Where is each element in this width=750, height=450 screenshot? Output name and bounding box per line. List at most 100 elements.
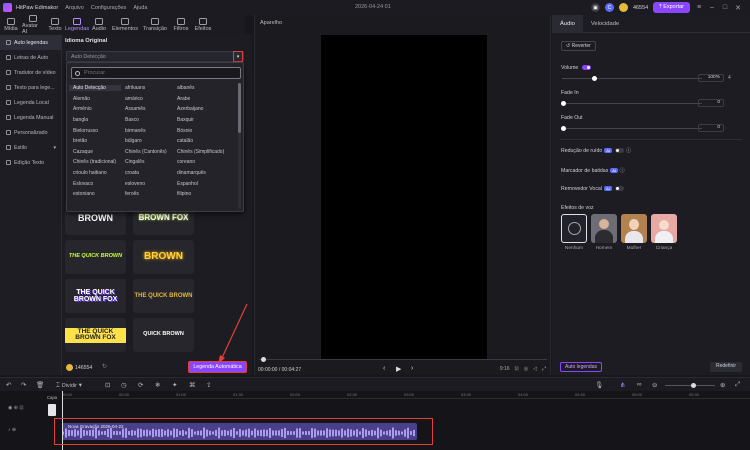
language-option[interactable]: dinamarquês xyxy=(173,170,225,176)
style-tile[interactable]: THE QUICK BROWN FOX xyxy=(65,279,126,313)
language-option[interactable]: Assamês xyxy=(121,106,173,112)
language-option[interactable]: croata xyxy=(121,170,173,176)
tts-icon[interactable]: ⌘ xyxy=(189,381,196,389)
tool-midia[interactable]: Mídia xyxy=(0,15,22,35)
rotate-icon[interactable]: ⟳ xyxy=(138,381,143,389)
language-option[interactable]: Espanhol xyxy=(173,181,225,187)
style-tile[interactable]: BROWN xyxy=(133,240,194,274)
language-option[interactable]: esloveno xyxy=(121,181,173,187)
language-option[interactable]: bretão xyxy=(69,138,121,144)
zoom-out-icon[interactable]: ⊖ xyxy=(652,381,657,389)
microphone-icon[interactable]: 🎙 xyxy=(595,381,603,389)
language-option[interactable]: birmanês xyxy=(121,128,173,134)
volume-slider[interactable] xyxy=(562,76,702,81)
language-option[interactable]: Cingalês xyxy=(121,159,173,165)
language-option[interactable]: Armênio xyxy=(69,106,121,112)
sidebar-item-letras[interactable]: Letras de Auto xyxy=(0,50,61,65)
next-frame-icon[interactable]: › xyxy=(411,365,413,372)
language-option[interactable]: Bósnio xyxy=(173,128,225,134)
language-dropdown[interactable]: Auto Detecçãoafrikaansalbanês Alemãoamári… xyxy=(66,62,244,212)
crop-icon[interactable]: ⊡ xyxy=(105,381,110,389)
tool-transicao[interactable]: Transição xyxy=(140,15,170,35)
style-tile[interactable]: QUICK BROWN xyxy=(133,318,194,352)
fadein-knob[interactable] xyxy=(561,101,566,106)
language-option[interactable]: Chinês (Cantonês) xyxy=(121,149,173,155)
language-option[interactable]: catalão xyxy=(173,138,225,144)
sidebar-item-tradutor[interactable]: Tradutor de vídeo xyxy=(0,65,61,80)
gift-icon[interactable]: ▣ xyxy=(590,3,600,12)
volume-knob[interactable] xyxy=(592,76,598,81)
info-icon[interactable]: ⓘ xyxy=(626,148,631,154)
volume-icon[interactable]: ◁ xyxy=(533,366,537,372)
prev-frame-icon[interactable]: ‹ xyxy=(383,365,385,372)
language-option[interactable]: estoniano xyxy=(69,191,121,197)
language-option[interactable]: Bielorrusso xyxy=(69,128,121,134)
language-option[interactable]: Chinês (tradicional) xyxy=(69,159,121,165)
voice-homem[interactable] xyxy=(591,214,617,243)
tool-audio[interactable]: Áudio xyxy=(88,15,110,35)
language-option[interactable]: coreano xyxy=(173,159,225,165)
export-icon[interactable]: ⇪ xyxy=(206,381,211,389)
speed-icon[interactable]: ◷ xyxy=(121,381,127,389)
voice-mulher[interactable] xyxy=(621,214,647,243)
voice-crianca[interactable] xyxy=(651,214,677,243)
search-field[interactable] xyxy=(71,67,241,79)
menu-arquivo[interactable]: Arquivo xyxy=(65,5,84,11)
export-button[interactable]: ⤒ Exportar xyxy=(653,2,690,13)
language-option[interactable]: Basco xyxy=(121,117,173,123)
minimize-icon[interactable]: – xyxy=(708,4,716,11)
language-option[interactable]: filipino xyxy=(173,191,225,197)
auto-subtitles-button[interactable]: Auto legendas xyxy=(560,362,602,372)
maximize-icon[interactable]: □ xyxy=(721,4,729,11)
tab-velocidade[interactable]: Velocidade xyxy=(583,15,627,33)
language-option[interactable]: Cazaque xyxy=(69,149,121,155)
fadein-value[interactable]: 0 xyxy=(698,99,724,107)
avatar[interactable]: C xyxy=(604,3,614,12)
noise-toggle[interactable] xyxy=(615,148,625,154)
language-option[interactable]: feroês xyxy=(121,191,173,197)
undo-icon[interactable]: ↶ xyxy=(6,381,11,389)
sidebar-item-legenda-local[interactable]: Legenda Local xyxy=(0,95,61,110)
language-option[interactable]: bangla xyxy=(69,117,121,123)
tool-filtros[interactable]: Filtros xyxy=(170,15,192,35)
language-option[interactable]: Auto Detecção xyxy=(69,85,121,92)
link-icon[interactable]: ∞ xyxy=(637,381,642,388)
tool-elementos[interactable]: Elementos xyxy=(110,15,140,35)
language-option[interactable]: Chinês (Simplificado) xyxy=(173,149,225,155)
chevron-down-icon[interactable]: ▾ xyxy=(233,51,243,62)
style-tile[interactable]: THE QUICK BROWN FOX xyxy=(65,318,126,352)
aspect-ratio[interactable]: 9:16 xyxy=(500,366,510,372)
crop-icon[interactable]: ⊡ xyxy=(515,366,519,372)
fullscreen-icon[interactable]: ⤢ xyxy=(542,366,546,372)
scrollbar-thumb[interactable] xyxy=(238,83,241,133)
close-icon[interactable]: ✕ xyxy=(734,4,742,12)
fadein-slider[interactable] xyxy=(561,101,702,106)
fadeout-knob[interactable] xyxy=(561,126,566,131)
language-option[interactable]: amárico xyxy=(121,96,173,102)
video-clip[interactable] xyxy=(48,404,56,416)
sidebar-item-estilo[interactable]: Estilo ▾ xyxy=(0,140,61,155)
menu-configuracoes[interactable]: Configurações xyxy=(91,5,126,11)
language-option[interactable]: Baxquir xyxy=(173,117,225,123)
zoom-slider[interactable] xyxy=(665,383,715,388)
reset-button[interactable]: Redefinir xyxy=(710,362,743,372)
dropdown-scrollbar[interactable] xyxy=(238,83,241,209)
language-option[interactable]: albanês xyxy=(173,85,225,91)
menu-ajuda[interactable]: Ajuda xyxy=(133,5,147,11)
tool-avatar-ai[interactable]: Avatar AI xyxy=(22,15,44,35)
play-icon[interactable]: ▶ xyxy=(396,365,401,373)
style-tile[interactable]: THE QUICK BROWN xyxy=(65,240,126,274)
language-option[interactable]: Azerbaijano xyxy=(173,106,225,112)
audio-track-controls[interactable]: ♪ ⊕ xyxy=(8,427,16,433)
freeze-icon[interactable]: ❄ xyxy=(155,381,160,389)
tool-efeitos[interactable]: Efeitos xyxy=(192,15,214,35)
zoom-knob[interactable] xyxy=(691,383,696,388)
redo-icon[interactable]: ↷ xyxy=(21,381,26,389)
language-option[interactable]: afrikaans xyxy=(121,85,173,91)
fadeout-slider[interactable] xyxy=(561,126,702,131)
language-select[interactable]: Auto Detecção ▾ xyxy=(66,51,244,62)
revert-button[interactable]: ↺ Reverter xyxy=(561,41,596,51)
fadeout-value[interactable]: 0 xyxy=(698,124,724,132)
language-option[interactable]: Alemão xyxy=(69,96,121,102)
search-input[interactable] xyxy=(84,70,234,76)
